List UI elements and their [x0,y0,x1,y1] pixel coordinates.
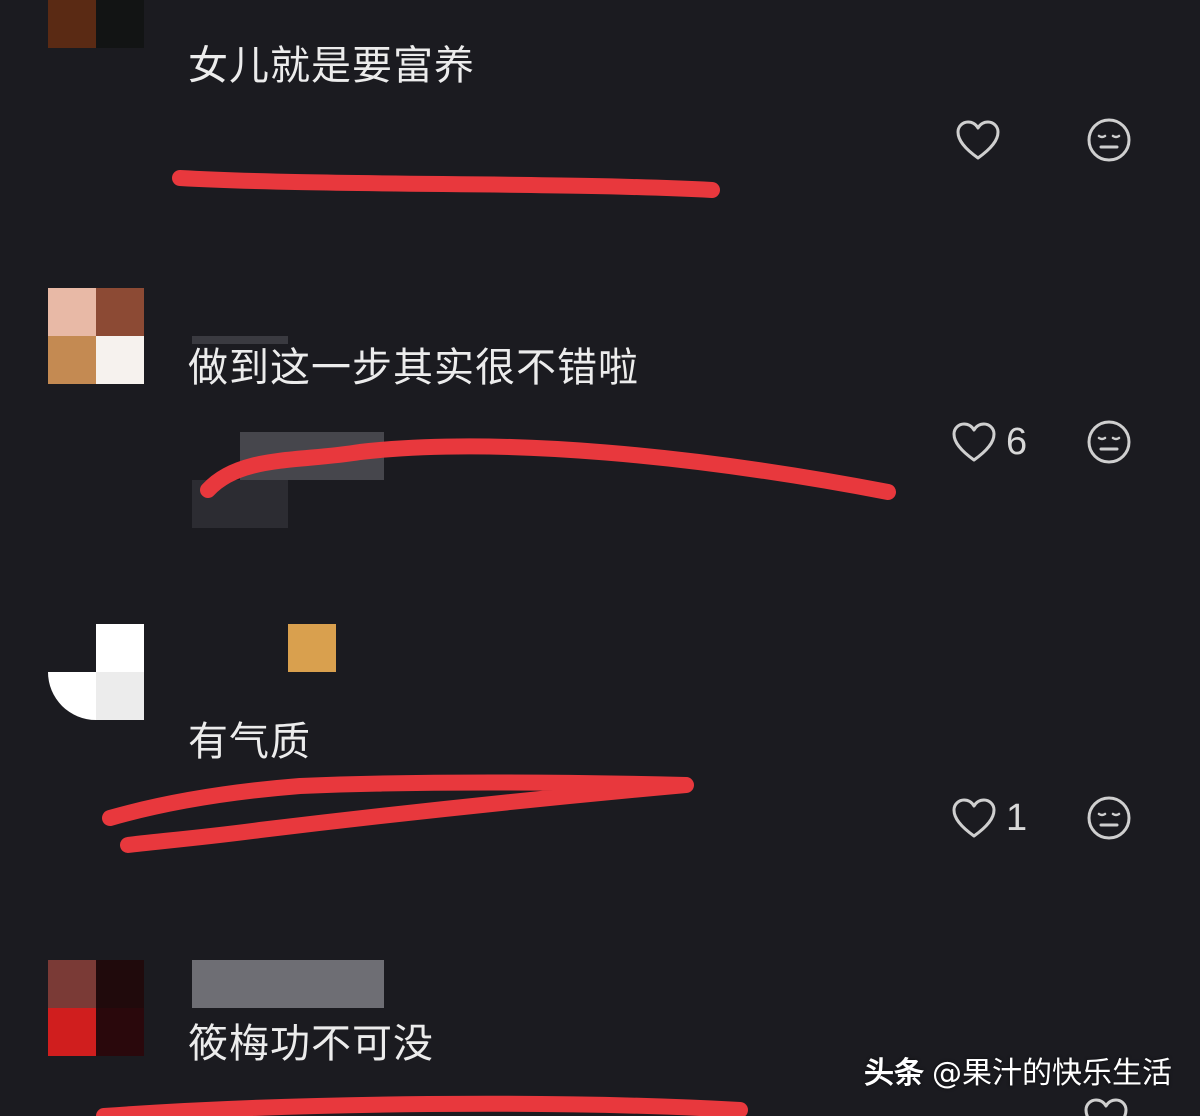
comment-list: 女儿就是要富养 做到这一步其实很不错啦 6 有气质 1 筱梅功不可没 头条 @果… [0,0,1200,1116]
like-count: 6 [1006,420,1028,463]
heart-outline-icon [952,422,996,462]
annotation-stroke [172,170,720,198]
watermark-brand: 头条 [864,1056,924,1091]
comment-text: 女儿就是要富养 [188,43,475,89]
avatar[interactable] [48,624,144,720]
annotation-stroke [96,1095,748,1116]
comment-text: 筱梅功不可没 [188,1021,434,1067]
reply-mosaic [192,480,288,528]
comment-text: 做到这一步其实很不错啦 [188,345,639,391]
like-button[interactable]: 6 [950,418,1027,466]
like-button[interactable]: 1 [950,794,1027,842]
like-count: 1 [1006,796,1028,839]
comment-text: 有气质 [188,719,311,765]
username-mosaic [192,336,288,344]
watermark: 头条 @果汁的快乐生活 [864,1048,1172,1092]
avatar[interactable] [48,960,144,1056]
username-mosaic [288,624,336,672]
avatar[interactable] [48,288,144,384]
neutral-face-icon[interactable] [1086,419,1132,465]
annotation-strokes [96,170,896,1116]
neutral-face-icon[interactable] [1086,795,1132,841]
like-button[interactable] [954,116,1010,164]
heart-outline-icon[interactable] [1082,1096,1130,1116]
watermark-author: @果汁的快乐生活 [932,1056,1172,1091]
neutral-face-icon[interactable] [1086,117,1132,163]
avatar[interactable] [48,0,144,48]
annotation-stroke [102,774,694,853]
heart-outline-icon [956,120,1000,160]
username-mosaic [192,960,384,1008]
heart-outline-icon [952,798,996,838]
reply-mosaic [240,432,384,480]
